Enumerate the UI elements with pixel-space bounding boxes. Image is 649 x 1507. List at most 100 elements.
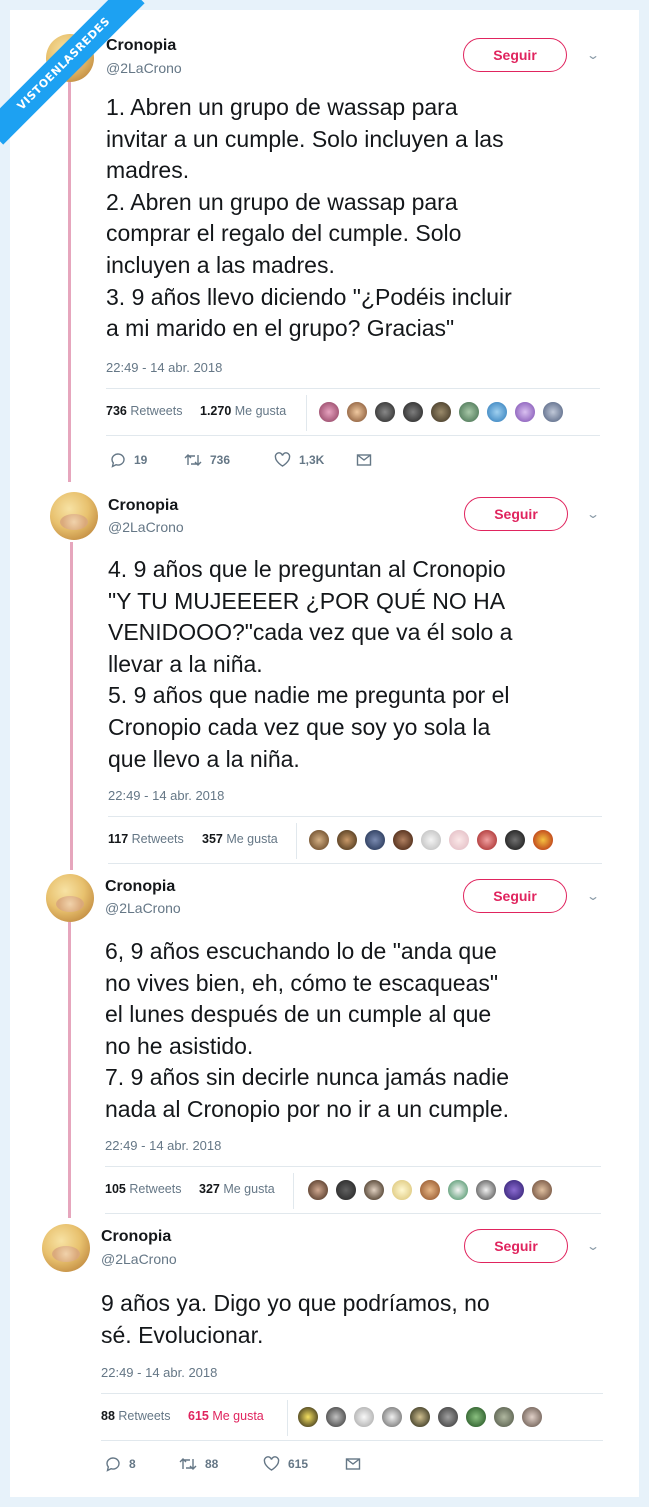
envelope-icon (356, 454, 372, 466)
thread-screenshot: VISTOENLASREDES Cronopia @2LaCrono Segui… (0, 0, 639, 1497)
tweet-text: 1. Abren un grupo de wassap para invitar… (106, 94, 512, 342)
liker-avatar[interactable] (486, 401, 508, 423)
liker-avatar[interactable] (346, 401, 368, 423)
liker-avatar[interactable] (448, 829, 470, 851)
like-count[interactable]: 357 Me gusta (202, 832, 278, 846)
like-button[interactable]: 615 (263, 1456, 308, 1472)
liker-avatar[interactable] (531, 1179, 553, 1201)
tweet-actions: 8 88 615 (105, 1456, 405, 1476)
engagement-bar: 736 Retweets 1.270 Me gusta (106, 388, 600, 436)
chevron-down-icon[interactable]: ⌄ (586, 48, 600, 62)
divider (306, 395, 307, 431)
engagement-bar: 105 Retweets 327 Me gusta (105, 1166, 601, 1214)
tweet-text: 9 años ya. Digo yo que podríamos, no sé.… (101, 1290, 490, 1348)
liker-avatar[interactable] (325, 1406, 347, 1428)
reply-button[interactable]: 19 (110, 452, 147, 468)
liker-avatar[interactable] (374, 401, 396, 423)
retweet-count[interactable]: 88 Retweets (101, 1409, 171, 1423)
liker-avatar[interactable] (336, 829, 358, 851)
like-count[interactable]: 327 Me gusta (199, 1182, 275, 1196)
liker-avatar[interactable] (318, 401, 340, 423)
retweet-count[interactable]: 105 Retweets (105, 1182, 181, 1196)
thread-line (68, 922, 71, 1218)
author-handle[interactable]: @2LaCrono (108, 519, 184, 535)
liker-avatar[interactable] (353, 1406, 375, 1428)
liker-avatar[interactable] (420, 829, 442, 851)
liker-avatar[interactable] (307, 1179, 329, 1201)
reply-icon (111, 453, 125, 468)
timestamp[interactable]: 22:49 - 14 abr. 2018 (101, 1365, 217, 1380)
retweet-count[interactable]: 736 Retweets (106, 404, 182, 418)
divider (296, 823, 297, 859)
liker-avatar[interactable] (465, 1406, 487, 1428)
divider (287, 1400, 288, 1436)
liker-avatar[interactable] (409, 1406, 431, 1428)
message-button[interactable] (345, 1456, 369, 1472)
liker-avatar[interactable] (514, 401, 536, 423)
liker-avatar[interactable] (363, 1179, 385, 1201)
liker-avatar[interactable] (476, 829, 498, 851)
author-name[interactable]: Cronopia (101, 1228, 171, 1246)
tweet-text: 4. 9 años que le preguntan al Cronopio "… (108, 556, 513, 772)
divider (293, 1173, 294, 1209)
avatar[interactable] (50, 492, 98, 540)
author-name[interactable]: Cronopia (105, 878, 175, 896)
liker-avatar[interactable] (335, 1179, 357, 1201)
liker-avatar[interactable] (297, 1406, 319, 1428)
tweet-actions: 19 736 1,3K (110, 452, 410, 472)
chevron-down-icon[interactable]: ⌄ (586, 507, 600, 521)
liker-avatar[interactable] (364, 829, 386, 851)
heart-icon (274, 452, 291, 467)
timestamp[interactable]: 22:49 - 14 abr. 2018 (106, 360, 222, 375)
liker-avatar[interactable] (447, 1179, 469, 1201)
timestamp[interactable]: 22:49 - 14 abr. 2018 (105, 1138, 221, 1153)
follow-button[interactable]: Seguir (463, 879, 567, 913)
reply-icon (106, 1457, 120, 1472)
liker-avatar[interactable] (504, 829, 526, 851)
liker-avatar[interactable] (532, 829, 554, 851)
avatar[interactable] (42, 1224, 90, 1272)
retweet-button[interactable]: 88 (179, 1456, 218, 1472)
like-button[interactable]: 1,3K (274, 452, 324, 468)
tweet-text: 6, 9 años escuchando lo de "anda que no … (105, 938, 510, 1122)
retweet-count[interactable]: 117 Retweets (108, 832, 184, 846)
retweet-icon (179, 1458, 197, 1470)
follow-button[interactable]: Seguir (463, 38, 567, 72)
liker-avatar[interactable] (402, 401, 424, 423)
liker-avatar[interactable] (521, 1406, 543, 1428)
liker-avatar[interactable] (437, 1406, 459, 1428)
liker-avatar[interactable] (392, 829, 414, 851)
author-handle[interactable]: @2LaCrono (101, 1251, 177, 1267)
author-name[interactable]: Cronopia (106, 37, 176, 55)
author-name[interactable]: Cronopia (108, 497, 178, 515)
envelope-icon (345, 1458, 361, 1470)
engagement-bar: 88 Retweets 615 Me gusta (101, 1393, 603, 1441)
liker-avatar[interactable] (503, 1179, 525, 1201)
liker-avatar[interactable] (381, 1406, 403, 1428)
author-handle[interactable]: @2LaCrono (106, 60, 182, 76)
chevron-down-icon[interactable]: ⌄ (586, 1239, 600, 1253)
follow-button[interactable]: Seguir (464, 497, 568, 531)
engagement-bar: 117 Retweets 357 Me gusta (108, 816, 602, 864)
liker-avatar[interactable] (419, 1179, 441, 1201)
avatar[interactable] (46, 874, 94, 922)
like-count[interactable]: 615 Me gusta (188, 1409, 264, 1423)
retweet-button[interactable]: 736 (184, 452, 230, 468)
liker-avatar[interactable] (475, 1179, 497, 1201)
timestamp[interactable]: 22:49 - 14 abr. 2018 (108, 788, 224, 803)
like-count[interactable]: 1.270 Me gusta (200, 404, 286, 418)
follow-button[interactable]: Seguir (464, 1229, 568, 1263)
reply-button[interactable]: 8 (105, 1456, 136, 1472)
heart-icon (263, 1456, 280, 1471)
liker-avatar[interactable] (430, 401, 452, 423)
chevron-down-icon[interactable]: ⌄ (586, 889, 600, 903)
liker-avatar[interactable] (542, 401, 564, 423)
liker-avatar[interactable] (391, 1179, 413, 1201)
liker-avatar[interactable] (493, 1406, 515, 1428)
liker-avatar[interactable] (458, 401, 480, 423)
retweet-icon (184, 454, 202, 466)
liker-avatar[interactable] (308, 829, 330, 851)
thread-line (68, 82, 71, 482)
author-handle[interactable]: @2LaCrono (105, 900, 181, 916)
message-button[interactable] (356, 452, 380, 468)
